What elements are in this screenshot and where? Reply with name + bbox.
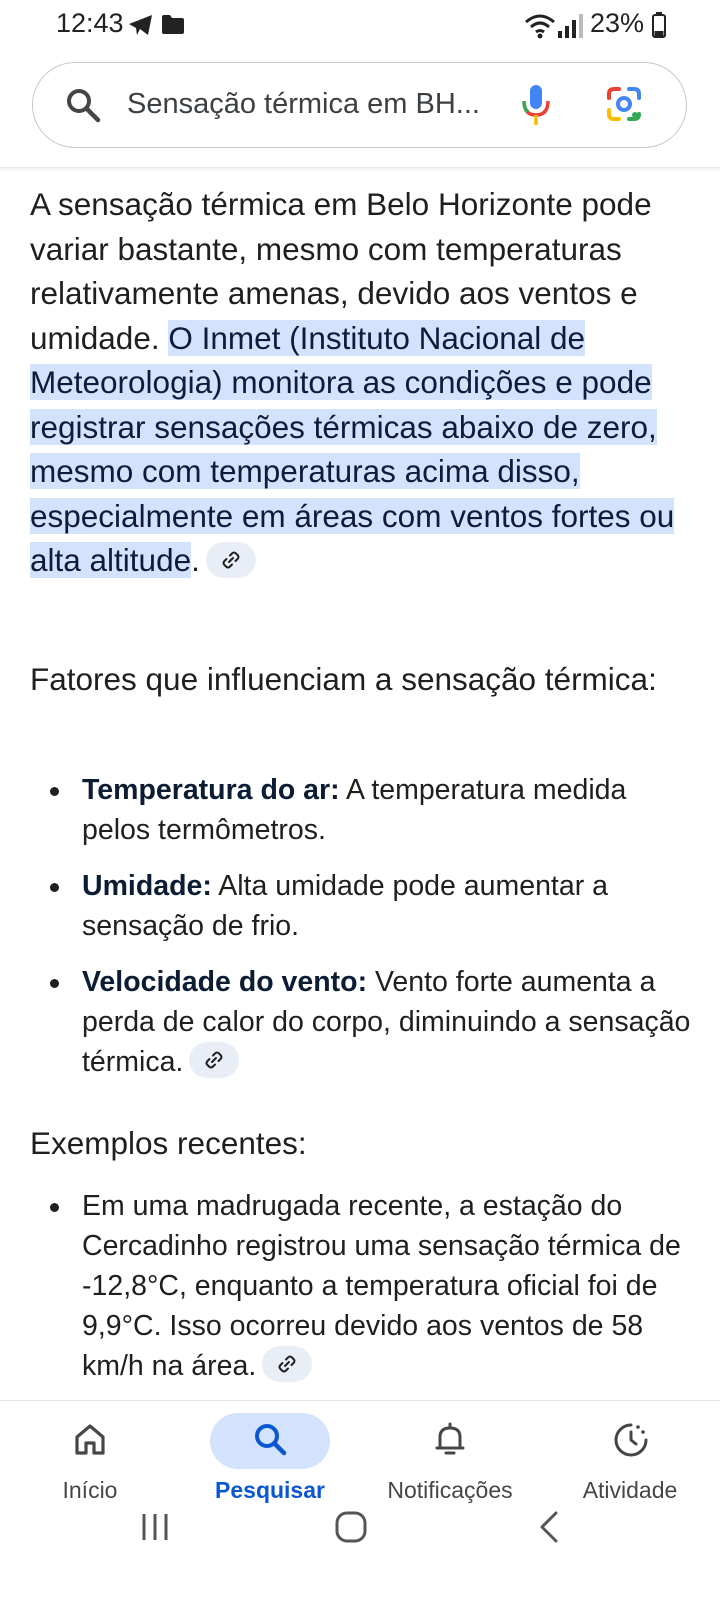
nav-item-inicio[interactable]: Início — [30, 1401, 150, 1511]
link-icon — [222, 551, 240, 569]
examples-heading: Exemplos recentes: — [30, 1125, 307, 1161]
source-link-button[interactable] — [189, 1042, 240, 1079]
home-icon — [75, 1424, 105, 1455]
home-button-icon[interactable] — [334, 1510, 368, 1544]
signal-icon — [558, 14, 583, 38]
nav-item-atividade[interactable]: Atividade — [560, 1401, 700, 1511]
examples-list: Em uma madrugada recente, a estação do C… — [30, 1186, 700, 1386]
battery-icon — [652, 12, 666, 38]
source-link-button[interactable] — [205, 541, 256, 578]
factor-term: Temperatura do ar: — [82, 774, 340, 806]
nav-label: Notificações — [387, 1477, 513, 1503]
recents-icon[interactable] — [138, 1510, 172, 1544]
link-icon — [205, 1051, 223, 1069]
wifi-icon — [525, 14, 555, 39]
nav-label: Atividade — [582, 1477, 678, 1503]
activity-icon — [614, 1423, 648, 1457]
search-icon[interactable] — [65, 87, 101, 123]
search-icon — [255, 1424, 287, 1456]
link-icon — [278, 1355, 296, 1373]
source-link-button[interactable] — [262, 1346, 313, 1383]
status-bar: 12:43 23% — [0, 0, 720, 52]
folder-icon — [162, 15, 184, 34]
answer-period: . — [191, 542, 200, 578]
nav-label: Pesquisar — [215, 1477, 325, 1503]
back-icon[interactable] — [536, 1510, 564, 1544]
factors-heading: Fatores que influenciam a sensação térmi… — [30, 661, 657, 697]
search-input[interactable]: Sensação térmica em BH... — [127, 88, 480, 121]
example-text: Em uma madrugada recente, a estação do C… — [82, 1190, 681, 1382]
mic-icon[interactable] — [521, 83, 551, 127]
list-item: Em uma madrugada recente, a estação do C… — [30, 1186, 700, 1386]
system-navigation-bar — [0, 1510, 720, 1600]
telegram-icon — [129, 15, 152, 35]
list-item: Velocidade do vento: Vento forte aumenta… — [30, 962, 700, 1082]
bottom-navigation: Início Pesquisar Notificações Atividade — [0, 1400, 720, 1511]
list-item: Umidade: Alta umidade pode aumentar a se… — [30, 866, 700, 946]
answer-highlighted-text: O Inmet (Instituto Nacional de Meteorolo… — [30, 319, 675, 578]
nav-item-notificacoes[interactable]: Notificações — [370, 1401, 530, 1511]
battery-percent: 23% — [590, 8, 645, 38]
ai-answer-content: A sensação térmica em Belo Horizonte pod… — [0, 168, 720, 1400]
factors-list: Temperatura do ar: A temperatura medida … — [30, 770, 700, 1082]
answer-paragraph: A sensação térmica em Belo Horizonte pod… — [30, 182, 690, 583]
search-header: Sensação térmica em BH... — [0, 52, 720, 168]
search-bar[interactable]: Sensação térmica em BH... — [32, 62, 687, 148]
status-time: 12:43 — [56, 8, 124, 38]
bell-icon — [435, 1422, 465, 1455]
nav-item-pesquisar[interactable]: Pesquisar — [200, 1401, 340, 1511]
google-lens-icon[interactable] — [605, 85, 643, 123]
nav-label: Início — [62, 1477, 118, 1503]
factor-term: Umidade: — [82, 870, 212, 902]
list-item: Temperatura do ar: A temperatura medida … — [30, 770, 700, 850]
factor-term: Velocidade do vento: — [82, 966, 368, 998]
